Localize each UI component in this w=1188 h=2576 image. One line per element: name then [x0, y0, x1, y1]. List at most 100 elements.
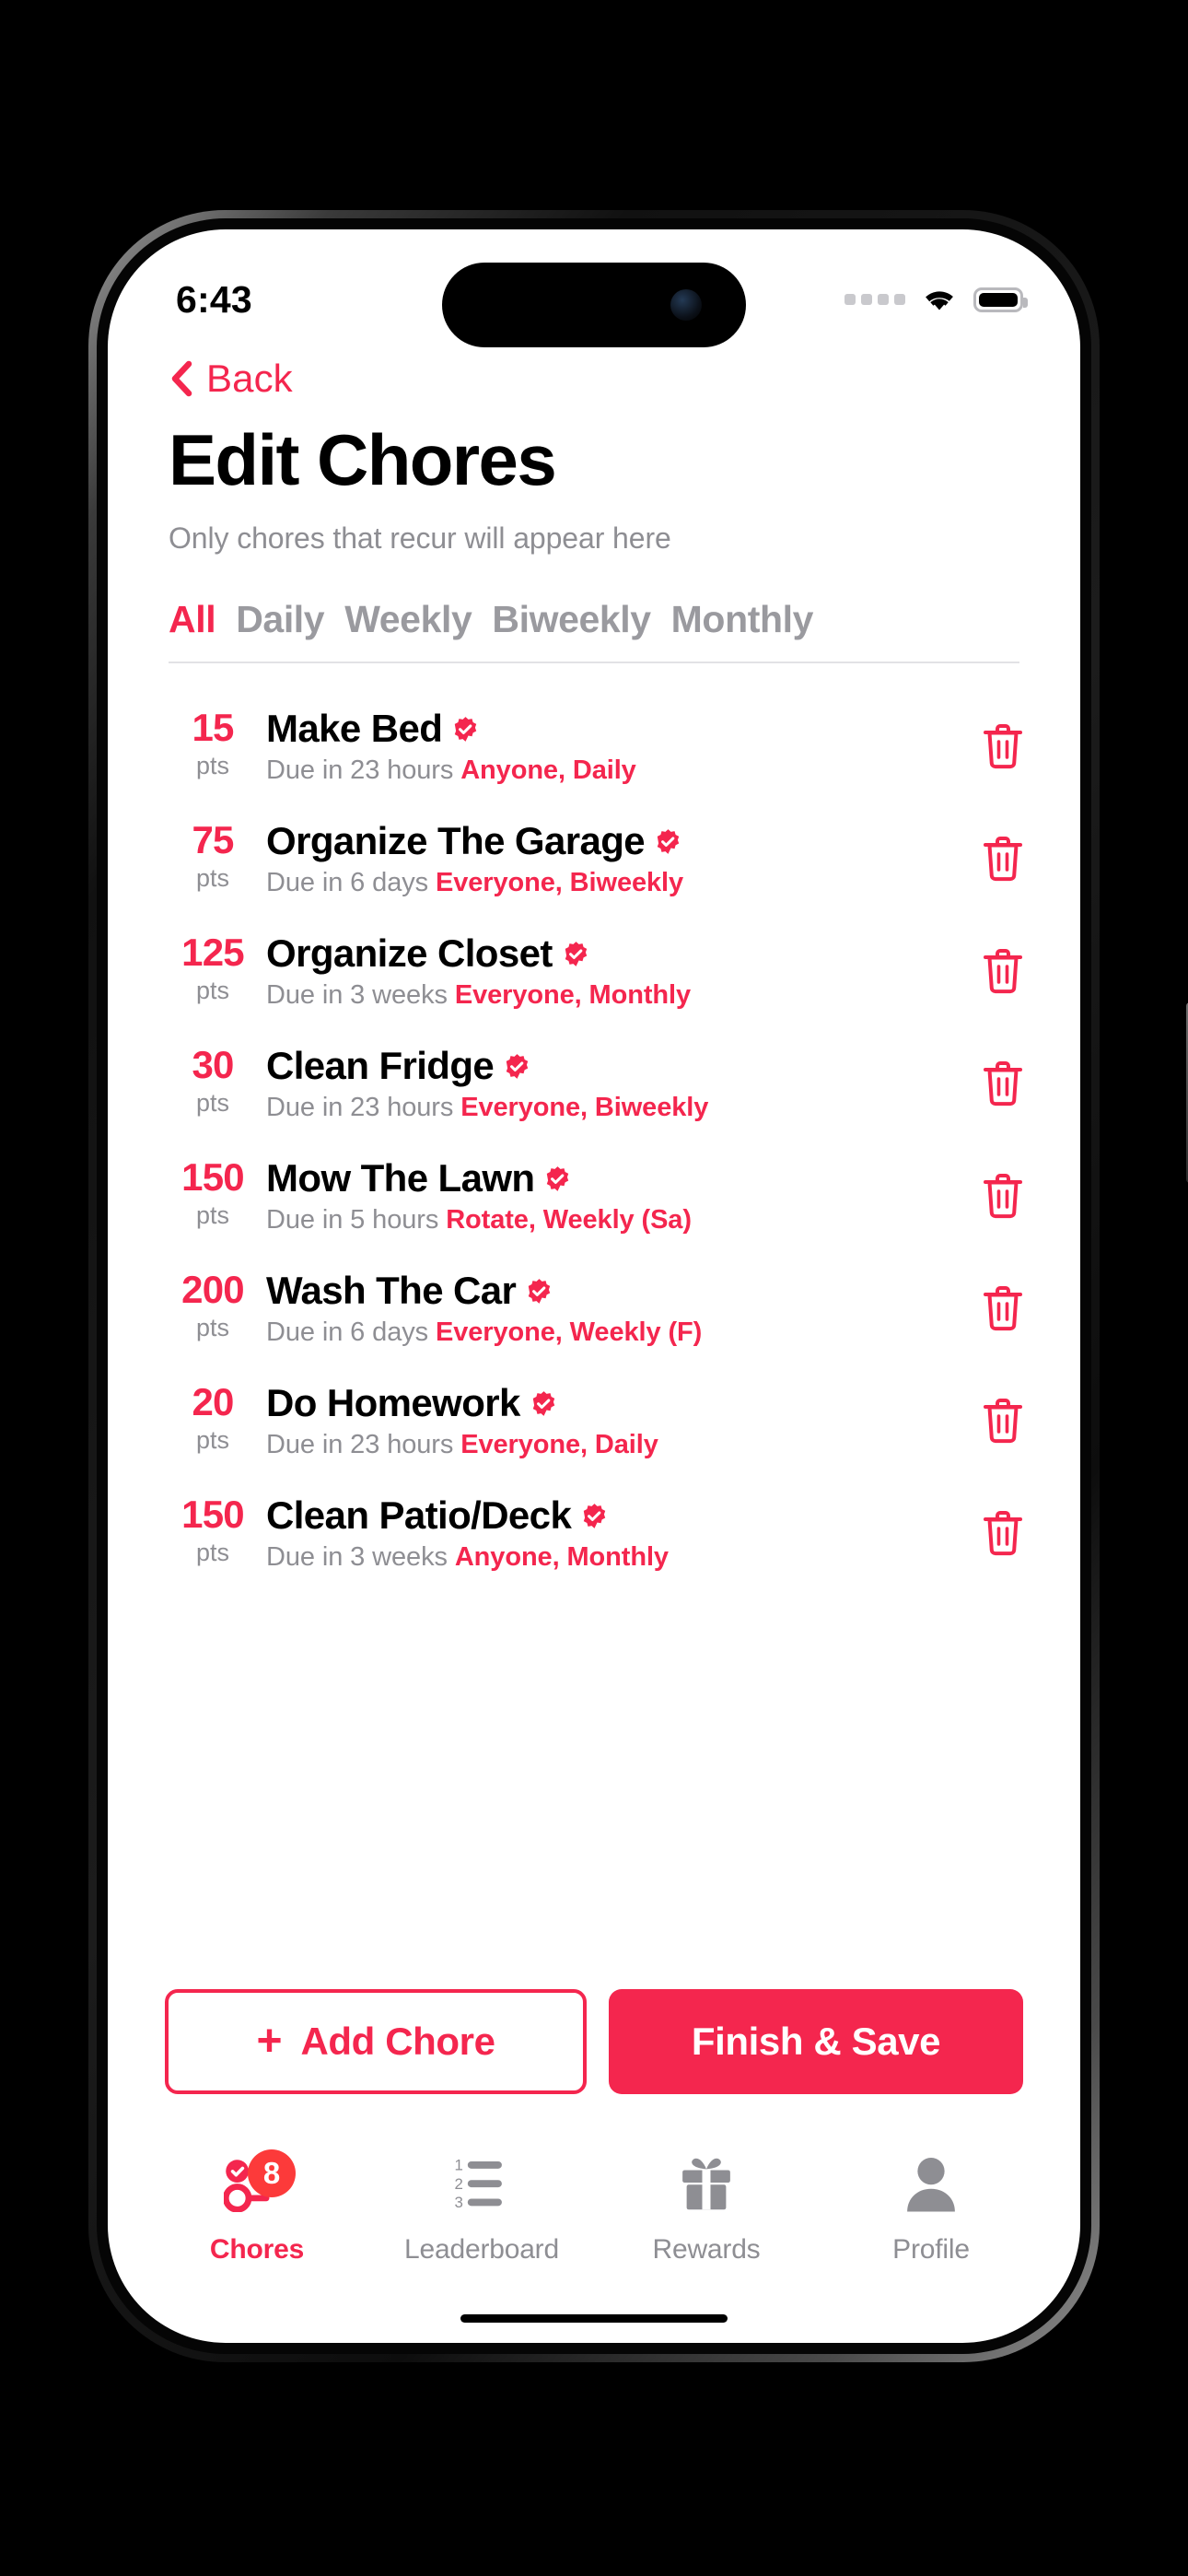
chore-title-line: Wash The Car [266, 1269, 944, 1313]
chore-title: Wash The Car [266, 1269, 517, 1312]
filter-tab-all[interactable]: All [169, 598, 216, 641]
chore-meta: Due in 6 days Everyone, Biweekly [266, 868, 944, 898]
chore-info: Do Homework Due in 23 hours Everyone, Dai… [261, 1381, 944, 1460]
delete-chore-button[interactable] [944, 1173, 1023, 1219]
finish-save-label: Finish & Save [691, 2020, 941, 2063]
chore-due: Due in 6 days [266, 868, 429, 897]
chore-meta: Due in 6 days Everyone, Weekly (F) [266, 1317, 944, 1348]
chore-row[interactable]: 125 pts Organize Closet Due in 3 weeks Ever… [165, 915, 1023, 1027]
add-chore-label: Add Chore [300, 2020, 495, 2063]
chore-points-value: 75 [192, 817, 234, 861]
status-bar-time: 6:43 [176, 277, 252, 321]
chore-meta: Due in 23 hours Everyone, Biweekly [266, 1093, 944, 1123]
page-header: Edit Chores Only chores that recur will … [108, 419, 1080, 556]
chore-list: 15 pts Make Bed Due in 23 hours Anyone, Dai… [108, 690, 1080, 1589]
chore-title-line: Clean Patio/Deck [266, 1493, 944, 1538]
back-button-label: Back [206, 357, 293, 400]
chore-points: 75 pts [165, 817, 261, 897]
tab-icon-wrap [898, 2146, 964, 2219]
chore-tag: Anyone, Daily [460, 755, 636, 785]
chore-tag: Rotate, Weekly (Sa) [446, 1205, 692, 1235]
chore-points-unit: pts [195, 1313, 230, 1341]
chore-title: Mow The Lawn [266, 1156, 535, 1200]
chore-title: Organize Closet [266, 931, 553, 975]
chore-points-unit: pts [195, 1425, 230, 1454]
filter-divider [169, 662, 1019, 663]
filter-tab-daily[interactable]: Daily [236, 598, 324, 641]
chore-row[interactable]: 75 pts Organize The Garage Due in 6 days Ev… [165, 802, 1023, 915]
chore-title-line: Mow The Lawn [266, 1156, 944, 1200]
chore-title-line: Do Homework [266, 1381, 944, 1425]
chore-points-value: 20 [192, 1379, 234, 1423]
chore-info: Clean Patio/Deck Due in 3 weeks Anyone, M… [261, 1493, 944, 1573]
chore-points-unit: pts [195, 1088, 230, 1117]
chore-points-unit: pts [195, 863, 230, 892]
back-button[interactable]: Back [169, 357, 293, 401]
plus-icon: + [256, 2016, 283, 2066]
chore-row[interactable]: 200 pts Wash The Car Due in 6 days Everyone… [165, 1252, 1023, 1364]
chore-title-line: Make Bed [266, 707, 944, 751]
chore-row[interactable]: 150 pts Mow The Lawn Due in 5 hours Rotate,… [165, 1140, 1023, 1252]
page-title: Edit Chores [169, 419, 557, 500]
delete-chore-button[interactable] [944, 948, 1023, 994]
tab-profile[interactable]: Profile [819, 2146, 1043, 2343]
screenshot-stage: 6:43 Back Edit Chores Only chores that r… [0, 0, 1188, 2576]
ranked-list-icon: 123 [455, 2157, 502, 2211]
verified-badge-icon [547, 1165, 569, 1191]
delete-chore-button[interactable] [944, 1285, 1023, 1331]
chore-points: 150 pts [165, 1492, 261, 1572]
delete-chore-button[interactable] [944, 1398, 1023, 1444]
cellular-dots-icon [844, 294, 905, 305]
chore-meta: Due in 5 hours Rotate, Weekly (Sa) [266, 1205, 944, 1235]
chore-meta: Due in 3 weeks Anyone, Monthly [266, 1542, 944, 1573]
tab-label: Leaderboard [404, 2234, 559, 2265]
chore-row[interactable]: 15 pts Make Bed Due in 23 hours Anyone, Dai… [165, 690, 1023, 802]
trash-icon [984, 724, 1022, 769]
filter-tab-row: All Daily Weekly Biweekly Monthly [169, 598, 1019, 662]
chore-tag: Everyone, Monthly [454, 980, 691, 1010]
chore-info: Organize Closet Due in 3 weeks Everyone, … [261, 931, 944, 1011]
tab-leaderboard[interactable]: 1 2 3 Leaderboard [369, 2146, 594, 2343]
tab-chores[interactable]: 8 Chores [145, 2146, 369, 2343]
delete-chore-button[interactable] [944, 1510, 1023, 1556]
tab-rewards[interactable]: Rewards [594, 2146, 819, 2343]
trash-icon [984, 1511, 1022, 1556]
trash-icon [984, 1061, 1022, 1107]
bottom-tab-bar: 8 Chores 1 2 3 Leaderboard Rewards Profile [108, 2114, 1080, 2343]
delete-chore-button[interactable] [944, 1060, 1023, 1107]
chore-points: 15 pts [165, 708, 261, 785]
finish-save-button[interactable]: Finish & Save [609, 1989, 1023, 2094]
svg-text:1: 1 [455, 2157, 463, 2174]
delete-chore-button[interactable] [944, 723, 1023, 769]
tab-label: Profile [892, 2234, 970, 2265]
trash-icon [984, 949, 1022, 994]
filter-tab-monthly[interactable]: Monthly [671, 598, 814, 641]
battery-full-icon [973, 287, 1028, 312]
filter-tabs: All Daily Weekly Biweekly Monthly [108, 598, 1080, 663]
tab-badge: 8 [248, 2149, 296, 2197]
chore-points-unit: pts [195, 1538, 230, 1566]
trash-icon [984, 1399, 1022, 1444]
filter-tab-biweekly[interactable]: Biweekly [492, 598, 651, 641]
chore-tag: Everyone, Weekly (F) [436, 1317, 703, 1347]
phone-screen: 6:43 Back Edit Chores Only chores that r… [108, 229, 1080, 2343]
chore-row[interactable]: 20 pts Do Homework Due in 23 hours Everyone… [165, 1364, 1023, 1477]
verified-badge-icon [565, 941, 587, 966]
chore-points: 150 pts [165, 1157, 261, 1235]
verified-badge-icon [657, 828, 680, 854]
chore-due: Due in 3 weeks [266, 980, 448, 1010]
chore-title: Clean Patio/Deck [266, 1493, 572, 1537]
chore-points: 125 pts [165, 932, 261, 1010]
chore-row[interactable]: 150 pts Clean Patio/Deck Due in 3 weeks Any… [165, 1477, 1023, 1589]
chore-tag: Everyone, Biweekly [436, 868, 684, 897]
filter-tab-weekly[interactable]: Weekly [344, 598, 472, 641]
delete-chore-button[interactable] [944, 836, 1023, 882]
verified-badge-icon [532, 1390, 555, 1416]
chore-row[interactable]: 30 pts Clean Fridge Due in 23 hours Everyon… [165, 1027, 1023, 1140]
home-indicator[interactable] [460, 2314, 728, 2323]
chore-points-value: 15 [192, 705, 234, 749]
front-camera-icon [670, 289, 702, 321]
chore-info: Organize The Garage Due in 6 days Everyon… [261, 819, 944, 898]
add-chore-button[interactable]: + Add Chore [165, 1989, 587, 2094]
chore-points-value: 150 [181, 1492, 244, 1536]
